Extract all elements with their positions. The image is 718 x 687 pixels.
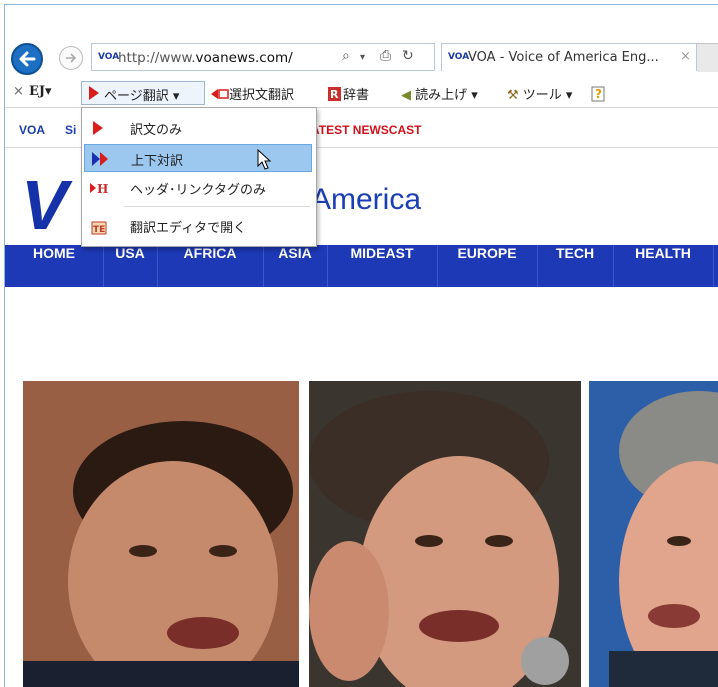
latest-newscast-link[interactable]: ATEST NEWSCAST [311,123,421,137]
tools-label: ツール ▾ [522,88,573,103]
dropdown-caret-icon[interactable]: ▾ [360,52,365,63]
menu-separator [124,206,310,207]
menu-item-translation-only[interactable]: 訳文のみ [84,114,312,142]
svg-text:TE: TE [93,225,105,235]
read-aloud-label: 読み上げ ▾ [415,88,478,103]
help-icon[interactable]: ? [591,84,607,106]
svg-text:H: H [97,182,108,196]
forward-arrow-icon [66,53,77,63]
page-translate-button[interactable]: ページ翻訳 ▾ [81,81,205,105]
mouse-cursor-icon [257,149,272,170]
translation-toolbar: × EJ▾ ページ翻訳 ▾ 選択文翻訳 R 辞書 ◀︎ 読み上げ ▾ ⚒ ツール… [5,79,718,108]
tab-title: VOA - Voice of America Eng... [468,50,659,65]
speaker-icon: ◀︎ [401,88,411,103]
site-voa-link[interactable]: VOA [19,123,45,137]
nav-europe[interactable]: EUROPE [437,245,538,287]
url-text[interactable]: http://www.voanews.com/ [118,50,293,66]
translate-arrow-icon [89,86,99,100]
selection-translate-icon [211,89,229,99]
menu-item-label: ヘッダ･リンクタグのみ [130,183,266,198]
nav-tech[interactable]: TECH [537,245,614,287]
url-domain: voanews.com/ [195,50,293,66]
selection-translate-button[interactable]: 選択文翻訳 [211,84,294,103]
site-logo-text[interactable]: America [311,183,421,217]
url-prefix: http://www. [118,50,196,66]
voa-favicon-icon: VOA [98,52,120,62]
compat-view-icon[interactable]: ⎙ [380,48,391,64]
toolbar-close-icon[interactable]: × [13,84,24,99]
help-book-icon: ? [591,86,605,102]
menu-item-label: 上下対訳 [131,154,184,169]
tab-close-icon[interactable]: × [680,49,691,64]
read-aloud-button[interactable]: ◀︎ 読み上げ ▾ [401,84,478,103]
refresh-icon[interactable]: ↻ [402,48,414,64]
candidate-photo-3[interactable] [589,381,718,687]
page-translate-menu: 訳文のみ 上下対訳 H ヘッダ･リンクタグのみ TE 翻訳エディタで開く [81,107,317,247]
nav-home[interactable]: HOME [5,245,104,287]
site-link-partial[interactable]: Si [65,123,76,137]
new-tab-button[interactable] [697,43,718,72]
selection-translate-label: 選択文翻訳 [229,88,295,103]
dictionary-icon: R [328,87,341,101]
menu-item-label: 訳文のみ [130,123,183,138]
candidate-photo-1[interactable] [23,381,299,687]
forward-button[interactable] [59,46,83,70]
page-translate-label: ページ翻訳 ▾ [104,89,180,104]
tab-favicon-icon: VOA [448,52,470,62]
nav-africa[interactable]: AFRICA [157,245,264,287]
svg-text:?: ? [595,87,602,101]
candidate-photo-2[interactable] [309,381,581,687]
nav-health[interactable]: HEALTH [613,245,714,287]
address-row: VOA http://www.voanews.com/ ⌕ ▾ ⎙ ↻ VOA … [5,5,718,75]
editor-icon: TE [90,218,108,235]
menu-item-label: 翻訳エディタで開く [130,221,247,236]
header-tag-icon: H [90,180,108,196]
dictionary-label: 辞書 [343,88,370,103]
menu-item-open-editor[interactable]: TE 翻訳エディタで開く [84,212,312,240]
site-logo-letter[interactable]: V [21,165,68,245]
wrench-icon: ⚒ [507,88,519,103]
nav-mideast[interactable]: MIDEAST [327,245,438,287]
search-icon[interactable]: ⌕ [342,48,350,64]
dictionary-button[interactable]: R 辞書 [327,84,369,103]
menu-item-interlinear[interactable]: 上下対訳 [84,144,312,172]
back-button[interactable] [11,43,43,75]
tools-button[interactable]: ⚒ ツール ▾ [507,84,572,103]
nav-asia[interactable]: ASIA [263,245,328,287]
nav-usa[interactable]: USA [103,245,158,287]
ej-direction-button[interactable]: EJ▾ [29,84,52,99]
portrait-image [309,381,581,687]
single-arrow-icon [90,120,108,136]
double-arrow-icon [91,151,109,167]
address-bar[interactable]: VOA http://www.voanews.com/ ⌕ ▾ ⎙ ↻ [91,43,435,71]
browser-tab[interactable]: VOA VOA - Voice of America Eng... × [441,43,697,71]
back-arrow-icon [19,51,36,67]
portrait-image [589,381,718,687]
svg-text:R: R [330,88,339,101]
menu-item-header-link-only[interactable]: H ヘッダ･リンクタグのみ [84,174,312,202]
main-navigation: HOME USA AFRICA ASIA MIDEAST EUROPE TECH… [5,245,718,287]
browser-window: VOA http://www.voanews.com/ ⌕ ▾ ⎙ ↻ VOA … [4,4,718,687]
portrait-image [23,381,299,687]
